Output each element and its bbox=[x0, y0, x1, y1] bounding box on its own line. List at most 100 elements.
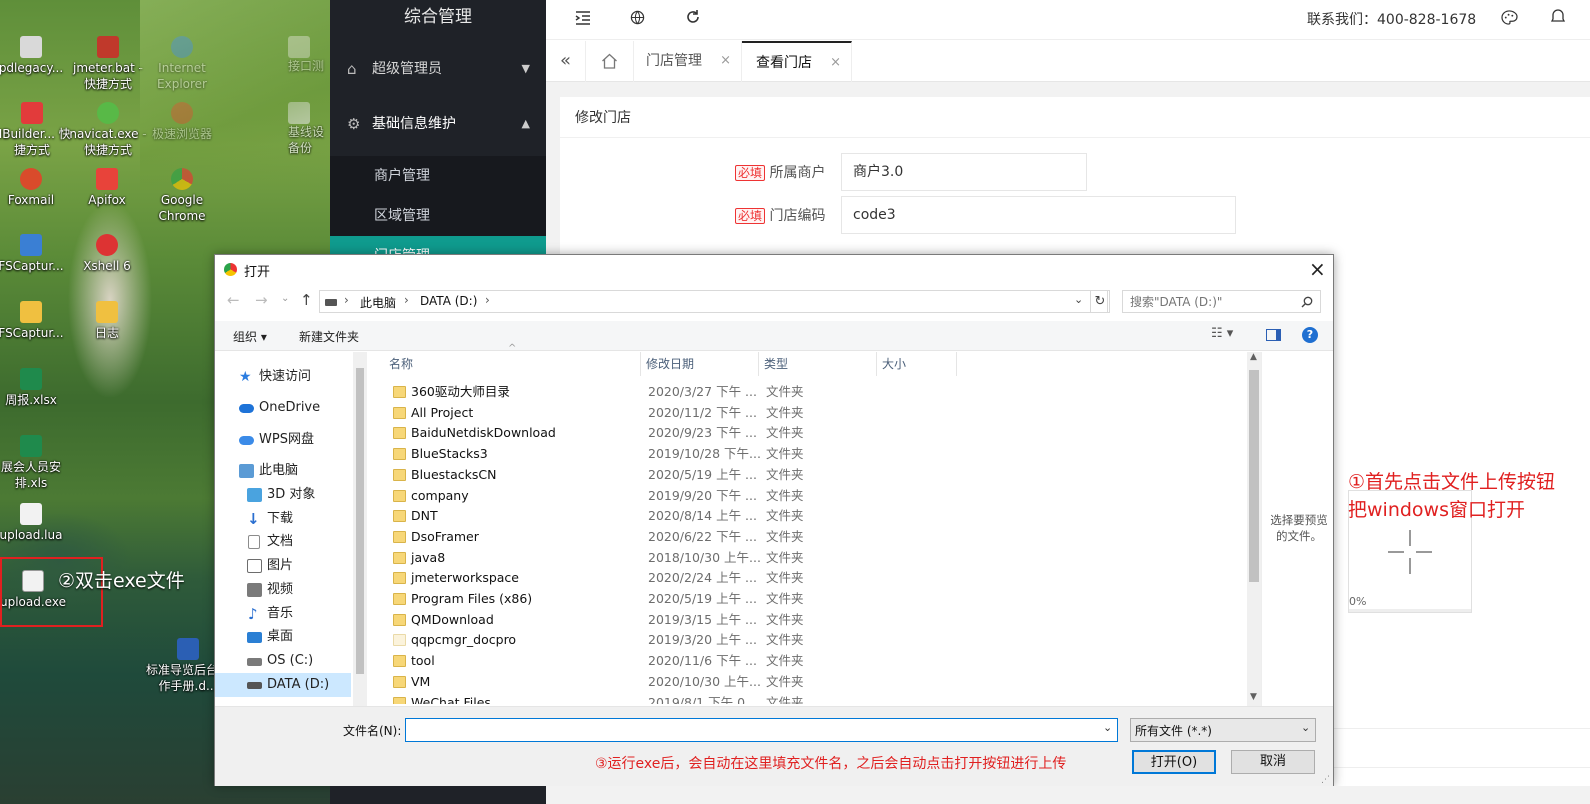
tab-label: 门店管理 bbox=[646, 53, 702, 69]
file-row[interactable]: QMDownload 2019/3/15 上午 ... 文件夹 bbox=[389, 610, 1255, 631]
sidebar-item-merchant[interactable]: 商户管理 bbox=[330, 156, 546, 196]
desktop-icon[interactable]: 周报.xlsx bbox=[0, 368, 70, 408]
help-icon[interactable]: ? bbox=[1302, 327, 1318, 343]
search-icon bbox=[1301, 296, 1313, 308]
open-button[interactable]: 打开(O) bbox=[1132, 750, 1216, 774]
file-row[interactable]: jmeterworkspace 2020/2/24 上午 ... 文件夹 bbox=[389, 568, 1255, 589]
scroll-down-icon[interactable]: ▼ bbox=[1250, 692, 1257, 702]
desktop-icon[interactable]: Google Chrome bbox=[143, 168, 221, 224]
desktop-icon[interactable]: 展会人员安排.xls bbox=[0, 435, 70, 491]
back-arrow-icon[interactable]: ← bbox=[227, 291, 240, 309]
upload-progress-bar bbox=[1349, 609, 1471, 612]
theme-palette-icon[interactable] bbox=[1501, 10, 1518, 25]
file-row[interactable]: java8 2018/10/30 上午... 文件夹 bbox=[389, 548, 1255, 569]
refresh-icon[interactable] bbox=[685, 9, 701, 25]
file-row[interactable]: BlueStacks3 2019/10/28 下午... 文件夹 bbox=[389, 444, 1255, 465]
globe-icon[interactable] bbox=[630, 10, 645, 25]
desktop-icon[interactable]: FSCaptur... bbox=[0, 301, 70, 341]
close-icon[interactable]: × bbox=[830, 43, 841, 83]
file-row[interactable]: All Project 2020/11/2 下午 ... 文件夹 bbox=[389, 403, 1255, 424]
filename-input[interactable] bbox=[406, 719, 1096, 741]
desktop-icon[interactable]: FSCaptur... bbox=[0, 234, 70, 274]
notification-icon[interactable] bbox=[1550, 8, 1566, 25]
desktop-icon-label: Google Chrome bbox=[158, 193, 206, 223]
address-dropdown-icon[interactable]: ⌄ bbox=[1074, 293, 1083, 306]
search-input[interactable] bbox=[1123, 291, 1293, 312]
file-row[interactable]: DsoFramer 2020/6/22 下午 ... 文件夹 bbox=[389, 527, 1255, 548]
resize-grip-icon[interactable]: ⋰ bbox=[1321, 775, 1330, 785]
desktop-icon[interactable]: Foxmail bbox=[0, 168, 70, 208]
menu-basic-info[interactable]: ⚙ 基础信息维护 ▲ bbox=[330, 101, 546, 147]
address-bar[interactable]: › 此电脑 › DATA (D:) › ⌄ bbox=[319, 290, 1108, 313]
file-row[interactable]: BluestacksCN 2020/5/19 上午 ... 文件夹 bbox=[389, 465, 1255, 486]
file-row[interactable]: BaiduNetdiskDownload 2020/9/23 下午 ... 文件夹 bbox=[389, 423, 1255, 444]
file-list-scrollbar[interactable]: ▲ ▼ bbox=[1247, 352, 1261, 706]
close-icon[interactable]: × bbox=[720, 41, 731, 81]
filetype-value: 所有文件 (*.*) bbox=[1135, 724, 1212, 738]
dialog-title-bar[interactable]: 打开 × bbox=[215, 255, 1333, 285]
search-box[interactable] bbox=[1122, 290, 1321, 313]
file-row[interactable]: 360驱动大师目录 2020/3/27 下午 ... 文件夹 bbox=[389, 382, 1255, 403]
desktop-icon[interactable]: navicat.exe - 快捷方式 bbox=[68, 102, 148, 158]
column-header-size[interactable]: 大小 bbox=[877, 352, 957, 376]
column-header-date[interactable]: 修改日期 bbox=[641, 352, 759, 376]
file-row[interactable]: company 2019/9/20 下午 ... 文件夹 bbox=[389, 486, 1255, 507]
menu-label: 基础信息维护 bbox=[372, 116, 456, 132]
forward-arrow-icon[interactable]: → bbox=[255, 291, 268, 309]
merchant-select[interactable]: 商户3.0 bbox=[841, 153, 1087, 191]
close-icon[interactable]: × bbox=[1309, 257, 1326, 281]
recent-chevron-icon[interactable]: ⌄ bbox=[281, 293, 289, 304]
tab-scroll-left[interactable]: « bbox=[546, 41, 586, 82]
desktop-icon[interactable]: Xshell 6 bbox=[68, 234, 146, 274]
file-list-scroll-thumb[interactable] bbox=[1249, 370, 1259, 582]
breadcrumb-separator-icon: › bbox=[404, 293, 409, 307]
cancel-button[interactable]: 取消 bbox=[1231, 750, 1315, 774]
file-row[interactable]: tool 2020/11/6 下午 ... 文件夹 bbox=[389, 651, 1255, 672]
required-tag: 必填 bbox=[735, 165, 766, 181]
desktop-icon[interactable]: Internet Explorer bbox=[143, 36, 221, 92]
file-type: 文件夹 bbox=[766, 549, 804, 565]
desktop-icon[interactable]: Apifox bbox=[68, 168, 146, 208]
file-row[interactable]: DNT 2020/8/14 上午 ... 文件夹 bbox=[389, 506, 1255, 527]
filename-combobox[interactable]: ⌄ bbox=[405, 718, 1118, 742]
tab-view-store[interactable]: 查看门店 × bbox=[742, 41, 852, 82]
organize-button[interactable]: 组织 ▾ bbox=[233, 328, 267, 345]
file-row[interactable]: qqpcmgr_docpro 2019/3/20 上午 ... 文件夹 bbox=[389, 630, 1255, 651]
breadcrumb-this-pc[interactable]: 此电脑 bbox=[360, 294, 396, 311]
store-code-input[interactable]: code3 bbox=[841, 196, 1236, 234]
desktop-icon[interactable]: upload.lua bbox=[0, 503, 70, 543]
column-header-name[interactable]: 名称 bbox=[384, 352, 641, 376]
desktop-icon[interactable]: jmeter.bat - 快捷方式 bbox=[68, 36, 148, 92]
desktop-icon[interactable]: HBuilder... 快捷方式 bbox=[0, 102, 72, 158]
column-header-type[interactable]: 类型 bbox=[759, 352, 877, 376]
file-row[interactable]: Program Files (x86) 2020/5/19 上午 ... 文件夹 bbox=[389, 589, 1255, 610]
tab-store-management[interactable]: 门店管理 × bbox=[634, 41, 742, 82]
tab-home[interactable] bbox=[586, 41, 634, 82]
file-row[interactable]: WeChat Files 2019/8/1 下午 0... 文件夹 bbox=[389, 693, 1255, 704]
view-options-icon[interactable]: ☷ ▾ bbox=[1211, 326, 1233, 341]
filetype-select[interactable]: 所有文件 (*.*) ⌄ bbox=[1130, 718, 1316, 742]
excel-icon bbox=[20, 368, 42, 390]
folder-icon bbox=[96, 301, 118, 323]
menu-super-admin[interactable]: ⌂ 超级管理员 ▼ bbox=[330, 46, 546, 92]
app-icon bbox=[97, 36, 119, 58]
up-arrow-icon[interactable]: ↑ bbox=[300, 291, 313, 309]
file-type: 文件夹 bbox=[766, 384, 804, 399]
chevron-down-icon[interactable]: ⌄ bbox=[1103, 721, 1112, 734]
scroll-up-icon[interactable]: ▲ bbox=[1250, 352, 1257, 362]
required-tag: 必填 bbox=[735, 208, 766, 224]
new-folder-button[interactable]: 新建文件夹 bbox=[299, 328, 359, 345]
file-date: 2020/8/14 上午 ... bbox=[648, 508, 757, 524]
file-date: 2020/10/30 上午... bbox=[648, 673, 761, 689]
preview-pane-icon[interactable] bbox=[1266, 329, 1281, 341]
breadcrumb-separator-icon: › bbox=[485, 293, 490, 307]
refresh-button[interactable]: ↻ bbox=[1090, 290, 1110, 313]
menu-fold-icon[interactable] bbox=[575, 11, 591, 25]
file-row[interactable]: VM 2020/10/30 上午... 文件夹 bbox=[389, 672, 1255, 693]
folder-icon bbox=[393, 530, 406, 543]
desktop-icon[interactable]: 日志 bbox=[68, 301, 146, 341]
breadcrumb-data-drive[interactable]: DATA (D:) bbox=[420, 294, 477, 308]
sidebar-item-region[interactable]: 区域管理 bbox=[330, 196, 546, 236]
desktop-icon[interactable]: pdlegacy... bbox=[0, 36, 70, 76]
desktop-icon[interactable]: 极速浏览器 bbox=[143, 102, 221, 142]
